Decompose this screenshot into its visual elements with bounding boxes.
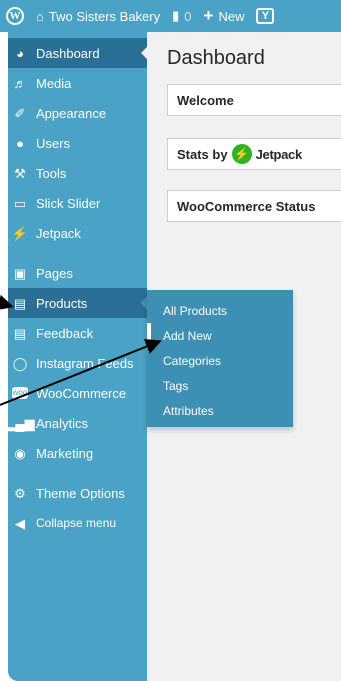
instagram-icon: ◯ — [12, 355, 28, 371]
submenu-item-tags[interactable]: Tags — [147, 373, 293, 398]
comments-link[interactable]: ▮ 0 — [166, 0, 197, 32]
sidebar-item-instagram-feeds[interactable]: ◯ Instagram Feeds — [8, 348, 147, 378]
sidebar-item-label: Slick Slider — [36, 195, 101, 211]
stats-widget-brand: Jetpack — [255, 146, 303, 162]
sidebar-item-theme-options[interactable]: ⚙ Theme Options — [8, 478, 147, 508]
page-title: Dashboard — [167, 47, 265, 69]
comment-icon: ▮ — [172, 8, 180, 23]
submenu-item-categories[interactable]: Categories — [147, 348, 293, 373]
woocommerce-status-title: WooCommerce Status — [177, 198, 316, 214]
media-icon: ♬ — [13, 75, 27, 91]
sidebar-item-pages[interactable]: ▣ Pages — [8, 258, 147, 288]
new-content-button[interactable]: + New — [198, 0, 251, 32]
woocommerce-status-widget[interactable]: WooCommerce Status — [167, 190, 341, 222]
sidebar-item-label: Analytics — [36, 415, 89, 431]
sidebar-item-marketing[interactable]: ◉ Marketing — [8, 438, 147, 468]
plus-icon: + — [203, 6, 214, 25]
collapse-menu-button[interactable]: ◀ Collapse menu — [8, 508, 147, 538]
sidebar-item-label: Instagram Feeds — [36, 355, 134, 371]
tools-icon: ⚒ — [14, 165, 26, 181]
appearance-icon: ✐ — [14, 105, 26, 121]
home-icon: ⌂ — [36, 8, 44, 24]
jetpack-stats-widget[interactable]: Stats by ⚡ Jetpack — [167, 138, 341, 170]
yoast-button[interactable]: Y — [250, 0, 280, 32]
slider-icon: ▭ — [13, 195, 27, 211]
feedback-icon: ▤ — [13, 325, 27, 341]
sidebar-item-label: Pages — [36, 265, 73, 281]
users-icon: ● — [16, 135, 24, 151]
sidebar-item-label: Marketing — [36, 445, 94, 461]
stats-widget-prefix: Stats by — [177, 146, 228, 162]
analytics-icon: ▂▄▆ — [5, 415, 35, 431]
jetpack-logo-icon: ⚡ — [231, 144, 252, 164]
marketing-icon: ◉ — [14, 445, 26, 461]
new-label: New — [218, 8, 245, 24]
sidebar-item-label: Media — [36, 75, 72, 91]
yoast-icon: Y — [256, 8, 275, 24]
sidebar-item-products[interactable]: ▤ Products — [8, 288, 147, 318]
sidebar-item-users[interactable]: ● Users — [8, 128, 147, 158]
comments-count: 0 — [184, 8, 192, 24]
sidebar-item-label: Appearance — [36, 105, 107, 121]
admin-bar: W ⌂ Two Sisters Bakery ▮ 0 + New Y — [0, 0, 341, 32]
sidebar-item-label: WooCommerce — [36, 385, 127, 401]
welcome-widget-title: Welcome — [177, 92, 234, 108]
sidebar-item-dashboard[interactable]: ◕ Dashboard — [8, 38, 148, 68]
submenu-item-attributes[interactable]: Attributes — [147, 398, 293, 423]
sidebar-item-label: Dashboard — [36, 45, 100, 61]
admin-menu: ◕ Dashboard ♬ Media ✐ Appearance ● Users… — [5, 32, 148, 538]
sidebar-item-media[interactable]: ♬ Media — [8, 68, 147, 98]
sidebar-item-label: Collapse menu — [36, 516, 117, 530]
submenu-item-add-new[interactable]: Add New — [147, 323, 293, 348]
sidebar-item-label: Products — [36, 295, 88, 311]
woocommerce-icon: woo — [12, 387, 28, 399]
gear-icon: ⚙ — [14, 485, 26, 501]
dashboard-icon: ◕ — [16, 45, 24, 61]
sidebar-item-feedback[interactable]: ▤ Feedback — [8, 318, 147, 348]
sidebar-item-woocommerce[interactable]: woo WooCommerce — [8, 378, 147, 408]
collapse-icon: ◀ — [15, 515, 25, 531]
sidebar-item-label: Jetpack — [36, 225, 81, 241]
sidebar-item-slick-slider[interactable]: ▭ Slick Slider — [8, 188, 147, 218]
products-icon: ▤ — [13, 295, 27, 311]
site-name: Two Sisters Bakery — [48, 8, 161, 24]
welcome-widget[interactable]: Welcome — [167, 84, 341, 116]
site-name-link[interactable]: ⌂ Two Sisters Bakery — [30, 0, 166, 32]
wp-logo-button[interactable]: W — [0, 0, 30, 32]
sidebar-item-label: Feedback — [36, 325, 94, 341]
submenu-item-all-products[interactable]: All Products — [147, 298, 293, 323]
pages-icon: ▣ — [13, 265, 27, 281]
sidebar-item-tools[interactable]: ⚒ Tools — [8, 158, 147, 188]
jetpack-icon: ⚡ — [11, 225, 29, 241]
sidebar-item-label: Users — [36, 135, 70, 151]
sidebar-item-appearance[interactable]: ✐ Appearance — [8, 98, 147, 128]
sidebar-item-label: Theme Options — [36, 485, 125, 501]
products-submenu: All Products Add New Categories Tags Att… — [147, 290, 293, 427]
sidebar-item-analytics[interactable]: ▂▄▆ Analytics — [5, 408, 147, 438]
sidebar-item-jetpack[interactable]: ⚡ Jetpack — [8, 218, 147, 248]
wordpress-icon: W — [6, 7, 24, 25]
sidebar-item-label: Tools — [36, 165, 67, 181]
